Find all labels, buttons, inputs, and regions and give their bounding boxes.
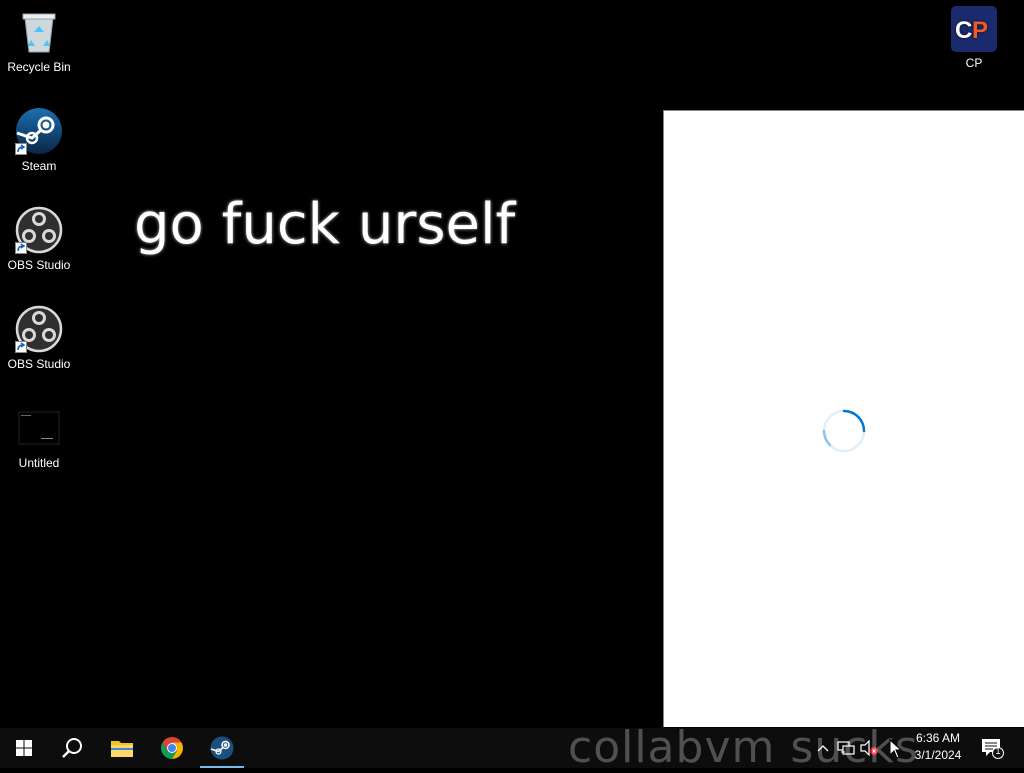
svg-text:P: P [972, 17, 988, 44]
action-center-button[interactable]: 1 [980, 728, 1004, 768]
folder-icon [111, 741, 133, 757]
recycle-bin-icon [15, 8, 63, 56]
watermark-text: collabvm sucks [568, 722, 919, 773]
image-file-icon [15, 404, 63, 452]
recycle-bin-label: Recycle Bin [7, 60, 71, 74]
steam-icon [210, 736, 234, 760]
search-button[interactable] [48, 728, 96, 768]
svg-text:C: C [955, 17, 972, 44]
desktop-icon-recycle-bin[interactable]: Recycle Bin [0, 8, 79, 74]
steam-label: Steam [21, 159, 57, 173]
mouse-cursor-icon [889, 739, 903, 759]
obs-studio-label: OBS Studio [7, 258, 71, 272]
obs-studio-icon [15, 206, 63, 254]
desktop-icon-cp[interactable]: C P CP [934, 6, 1014, 70]
chrome-icon [161, 737, 183, 759]
desktop-icon-untitled[interactable]: Untitled [0, 404, 79, 470]
untitled-label: Untitled [18, 456, 60, 470]
desktop-icon-obs-studio-2[interactable]: OBS Studio [0, 305, 79, 371]
wallpaper-text: go fuck urself [134, 192, 516, 257]
search-icon [62, 738, 82, 758]
loading-window[interactable] [663, 110, 1024, 727]
desktop-icon-obs-studio-1[interactable]: OBS Studio [0, 206, 79, 272]
shortcut-arrow-icon [15, 143, 27, 155]
cp-app-icon: C P [951, 6, 997, 52]
obs-studio-label: OBS Studio [7, 357, 71, 371]
desktop-icon-steam[interactable]: Steam [0, 107, 79, 173]
notification-count: 1 [995, 746, 1001, 756]
file-explorer-button[interactable] [98, 728, 146, 768]
cp-label: CP [965, 56, 983, 70]
steam-icon [15, 107, 63, 155]
steam-taskbar-button[interactable] [198, 728, 246, 768]
shortcut-arrow-icon [15, 341, 27, 353]
chrome-button[interactable] [148, 728, 196, 768]
loading-spinner-icon [822, 409, 866, 453]
shortcut-arrow-icon [15, 242, 27, 254]
start-button[interactable] [0, 728, 48, 768]
obs-studio-icon [15, 305, 63, 353]
windows-logo-icon [16, 740, 32, 756]
